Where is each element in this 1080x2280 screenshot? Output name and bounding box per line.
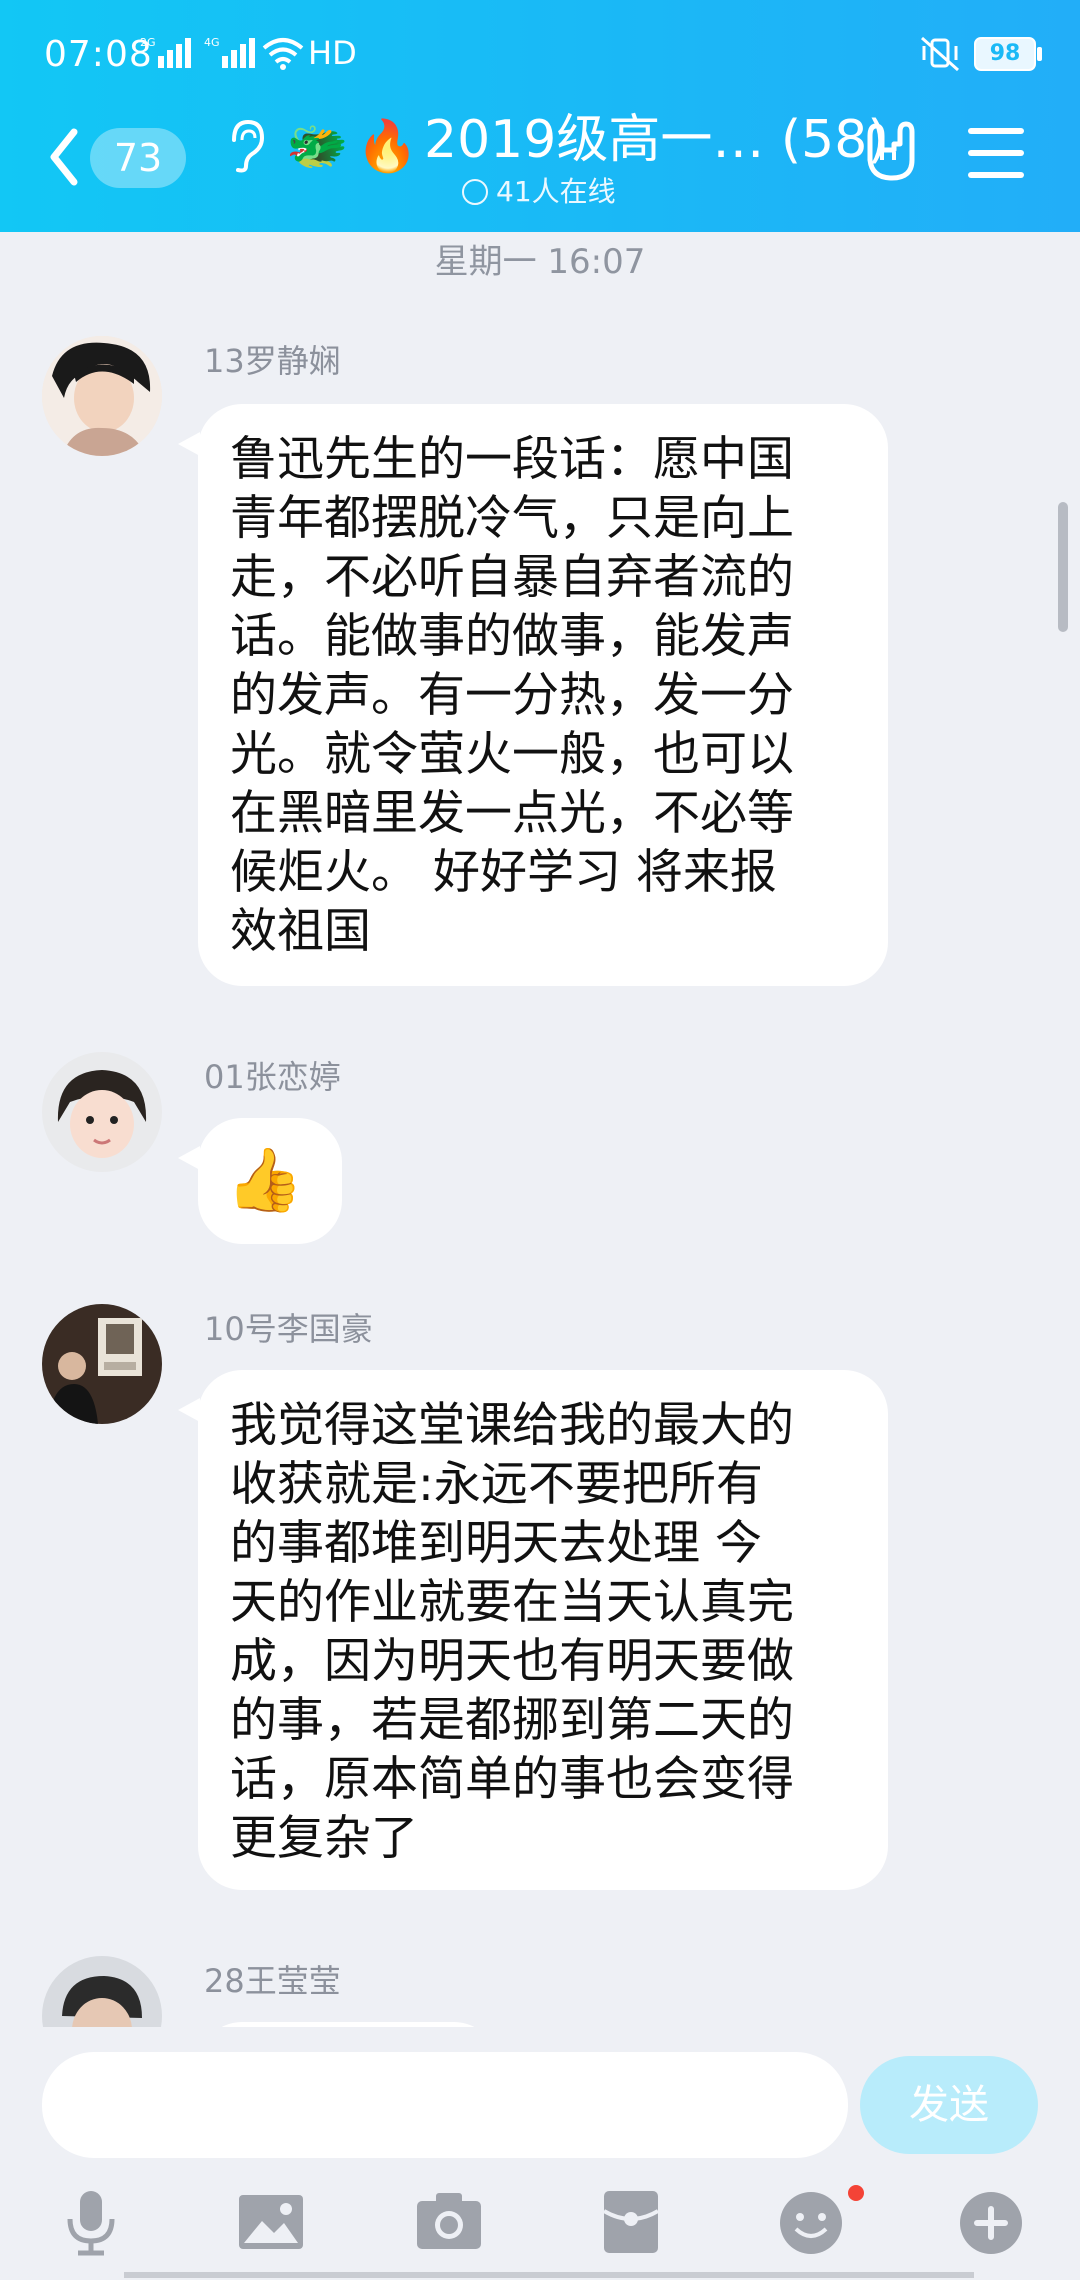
message-list[interactable]: 星期一 16:07 13罗静娴 鲁迅先生的一段话：愿中国 青年都摆脱冷气，只是向… bbox=[0, 232, 1080, 2027]
online-count: 41人在线 bbox=[462, 175, 616, 209]
avatar[interactable] bbox=[42, 1956, 162, 2027]
signal-4g-icon: 4G bbox=[204, 36, 255, 68]
microphone-icon[interactable] bbox=[56, 2187, 126, 2257]
vibrate-mute-icon bbox=[921, 36, 959, 72]
message-bubble[interactable]: 我觉得这堂课给我的最大的 收获就是:永远不要把所有 的事都堆到明天去处理 今 天… bbox=[178, 1370, 888, 1890]
svg-text:4G: 4G bbox=[204, 36, 220, 49]
rock-hand-icon[interactable] bbox=[856, 118, 924, 186]
wifi-icon bbox=[262, 38, 304, 70]
svg-text:2G: 2G bbox=[140, 36, 156, 49]
message-bubble[interactable]: 鲁迅先生的一段话：愿中国 青年都摆脱冷气，只是向上 走，不必听自暴自弃者流的 话… bbox=[178, 404, 888, 986]
hd-indicator: HD bbox=[308, 34, 357, 72]
avatar-image bbox=[42, 336, 162, 456]
scrollbar[interactable] bbox=[1058, 502, 1068, 632]
dragon-emoji: 🐲 bbox=[286, 117, 349, 175]
message-bubble[interactable]: 👍 bbox=[178, 1118, 342, 1244]
send-button[interactable]: 发送 bbox=[860, 2056, 1038, 2154]
avatar-image bbox=[42, 1304, 162, 1424]
status-bar: 07:08 2G 4G HD 98 bbox=[0, 0, 1080, 110]
notification-dot bbox=[848, 2185, 864, 2201]
ear-mode-icon[interactable] bbox=[224, 118, 268, 174]
chat-header: 07:08 2G 4G HD 98 73 🐲 � bbox=[0, 0, 1080, 232]
plus-icon[interactable] bbox=[956, 2187, 1026, 2257]
home-indicator bbox=[124, 2272, 974, 2278]
image-icon[interactable] bbox=[236, 2187, 306, 2257]
sender-name: 28王莹莹 bbox=[204, 1962, 341, 2000]
message-input[interactable] bbox=[42, 2052, 848, 2158]
avatar-image bbox=[42, 1956, 162, 2027]
input-bar: 发送 bbox=[0, 2027, 1080, 2280]
sender-name: 10号李国豪 bbox=[204, 1310, 373, 1348]
avatar[interactable] bbox=[42, 1304, 162, 1424]
sender-name: 01张恋婷 bbox=[204, 1058, 341, 1096]
sender-name: 13罗静娴 bbox=[204, 342, 341, 380]
online-count-text: 41人在线 bbox=[496, 175, 616, 208]
avatar[interactable] bbox=[42, 1052, 162, 1172]
battery-indicator: 98 bbox=[974, 37, 1042, 71]
menu-icon[interactable] bbox=[968, 128, 1024, 180]
avatar[interactable] bbox=[42, 336, 162, 456]
group-title[interactable]: 2019级高一… (58) bbox=[424, 108, 888, 172]
fire-emoji: 🔥 bbox=[356, 117, 419, 175]
back-arrow-icon[interactable] bbox=[40, 122, 90, 192]
red-packet-icon[interactable] bbox=[596, 2187, 666, 2257]
camera-icon[interactable] bbox=[414, 2187, 484, 2257]
online-check-icon bbox=[462, 179, 488, 205]
status-time: 07:08 bbox=[44, 34, 153, 75]
avatar-image bbox=[42, 1052, 162, 1172]
emoji-icon[interactable] bbox=[776, 2187, 846, 2257]
unread-count-badge[interactable]: 73 bbox=[90, 128, 186, 188]
message-timestamp: 星期一 16:07 bbox=[434, 242, 646, 282]
signal-2g-icon: 2G bbox=[140, 36, 191, 68]
